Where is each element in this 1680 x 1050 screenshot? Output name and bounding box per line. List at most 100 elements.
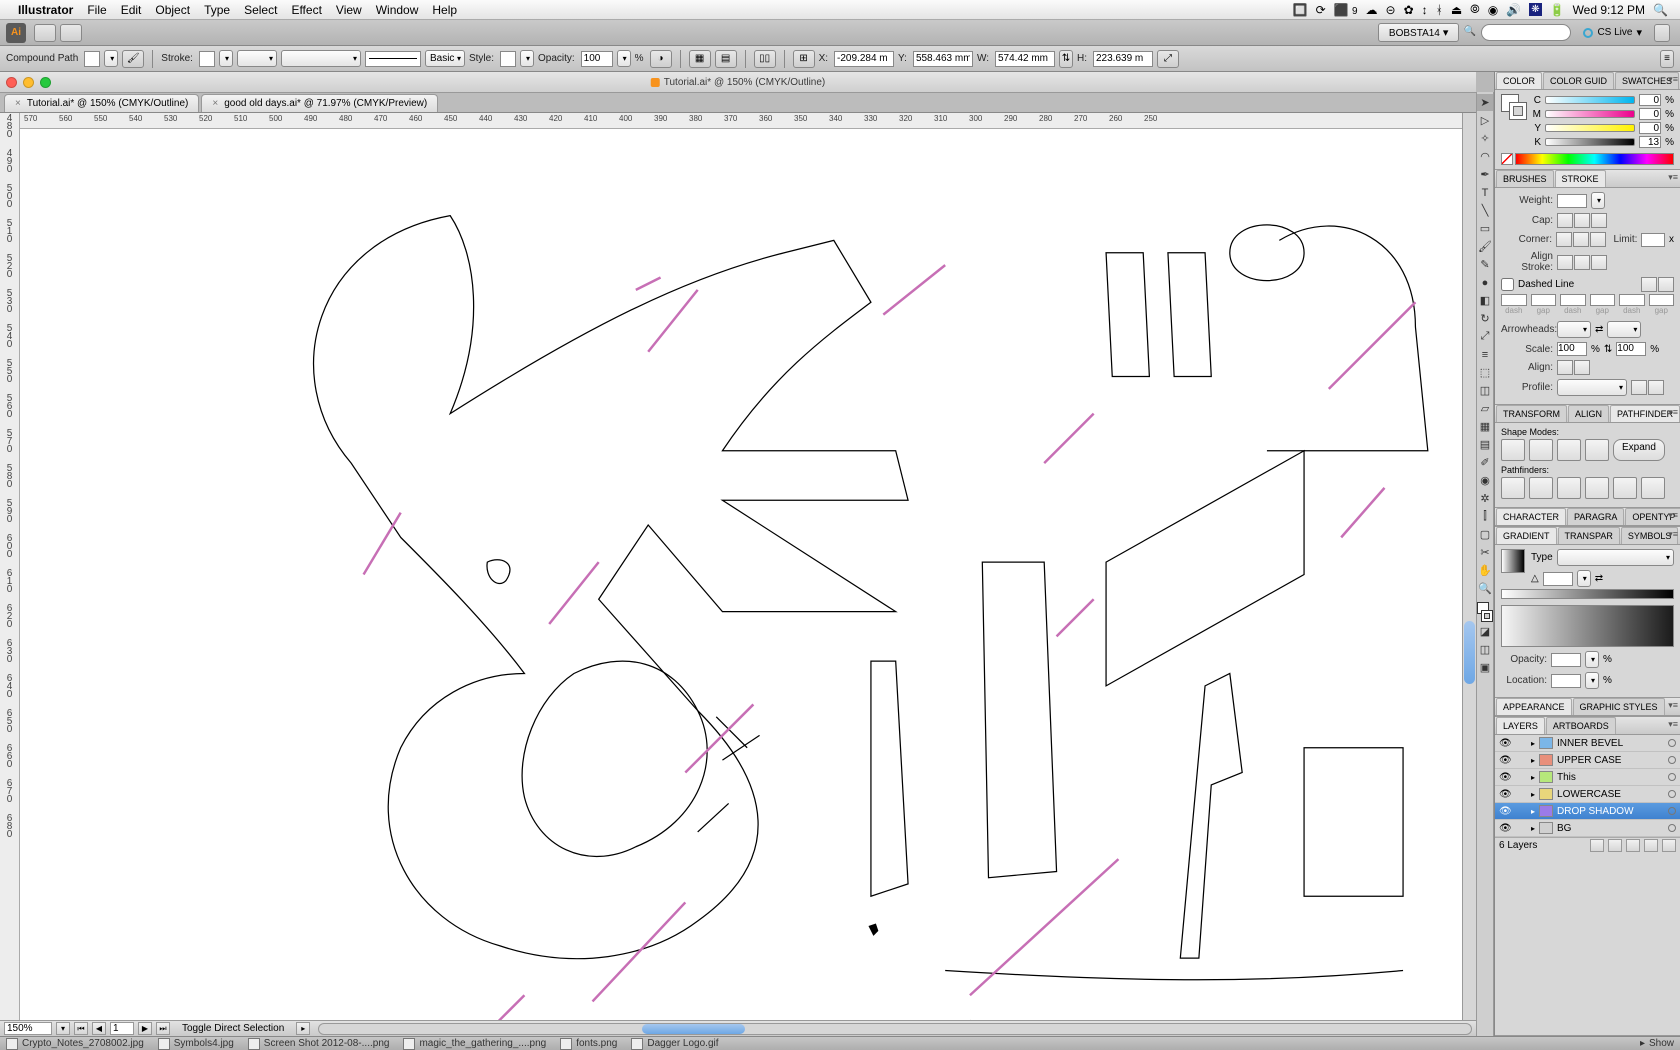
dock-show[interactable]: ▸ Show: [1640, 1038, 1674, 1049]
tab-transform[interactable]: TRANSFORM: [1496, 405, 1567, 422]
layer-row[interactable]: 👁▸DROP SHADOW: [1495, 803, 1680, 820]
tab-character[interactable]: CHARACTER: [1496, 508, 1566, 525]
black-slider[interactable]: [1545, 138, 1635, 146]
transform-ref-button[interactable]: ⊞: [793, 50, 815, 68]
dock-item[interactable]: Screen Shot 2012-08-....png: [248, 1038, 390, 1050]
y-input[interactable]: [913, 51, 973, 67]
flip-v[interactable]: [1648, 380, 1664, 395]
close-tab-icon[interactable]: ×: [212, 98, 218, 109]
cyan-value[interactable]: 0: [1639, 94, 1661, 106]
tab-paragraph[interactable]: PARAGRA: [1567, 508, 1624, 525]
first-artboard-button[interactable]: ⏮: [74, 1022, 88, 1035]
cs-live-button[interactable]: CS Live ▾: [1575, 24, 1650, 41]
sys-icon[interactable]: ↕︎: [1422, 3, 1428, 17]
target-icon[interactable]: [1668, 756, 1676, 764]
layer-row[interactable]: 👁▸INNER BEVEL: [1495, 735, 1680, 752]
draw-mode-button[interactable]: ◫: [1477, 641, 1493, 658]
horizontal-ruler[interactable]: 5705605505405305205105004904804704604504…: [20, 113, 1462, 129]
gradient-preview[interactable]: [1501, 549, 1525, 573]
sys-icon[interactable]: ⊝: [1386, 3, 1396, 17]
new-layer-button[interactable]: [1644, 839, 1658, 852]
minimize-window-button[interactable]: [23, 77, 34, 88]
menu-select[interactable]: Select: [244, 3, 277, 17]
x-input[interactable]: [834, 51, 894, 67]
menu-object[interactable]: Object: [155, 3, 190, 17]
workspace-switcher[interactable]: BOBSTA14 ▾: [1378, 23, 1460, 42]
selection-tool[interactable]: ➤: [1477, 94, 1493, 111]
merge-button[interactable]: [1557, 477, 1581, 499]
eraser-tool[interactable]: ◧: [1477, 292, 1493, 309]
cap-round[interactable]: [1574, 213, 1590, 228]
fill-stroke-indicator[interactable]: [1477, 602, 1493, 622]
tab-gradient[interactable]: GRADIENT: [1496, 527, 1557, 544]
type-tool[interactable]: T: [1477, 184, 1493, 201]
slice-tool[interactable]: ✂︎: [1477, 544, 1493, 561]
constrain-button[interactable]: ⤢: [1157, 50, 1179, 68]
grad-opacity[interactable]: [1551, 653, 1581, 667]
brush-dropdown[interactable]: Basic: [425, 50, 465, 67]
target-icon[interactable]: [1668, 773, 1676, 781]
menu-help[interactable]: Help: [432, 3, 457, 17]
target-icon[interactable]: [1668, 824, 1676, 832]
tab-appearance[interactable]: APPEARANCE: [1496, 698, 1572, 715]
menu-window[interactable]: Window: [376, 3, 419, 17]
flip-h[interactable]: [1631, 380, 1647, 395]
layer-name[interactable]: LOWERCASE: [1557, 789, 1664, 800]
layer-name[interactable]: INNER BEVEL: [1557, 738, 1664, 749]
profile-dd[interactable]: [1557, 379, 1627, 396]
clock[interactable]: Wed 9:12 PM: [1573, 3, 1645, 17]
zoom-tool[interactable]: 🔍: [1477, 580, 1493, 597]
stroke-weight[interactable]: [237, 50, 277, 67]
gradient-type-dd[interactable]: [1557, 549, 1674, 566]
layer-row[interactable]: 👁▸BG: [1495, 820, 1680, 837]
perspective-tool[interactable]: ▱: [1477, 400, 1493, 417]
tab-graphic-styles[interactable]: GRAPHIC STYLES: [1573, 698, 1665, 715]
opacity-input[interactable]: [581, 51, 613, 67]
layer-name[interactable]: BG: [1557, 823, 1664, 834]
cap-butt[interactable]: [1557, 213, 1573, 228]
gradient-angle[interactable]: [1543, 572, 1573, 586]
hand-tool[interactable]: ✋: [1477, 562, 1493, 579]
opacity-dd[interactable]: [617, 50, 631, 67]
dash-align[interactable]: [1658, 277, 1674, 292]
sys-icon[interactable]: 🔲: [1293, 3, 1308, 17]
stroke-swatch[interactable]: [199, 51, 215, 67]
last-artboard-button[interactable]: ⏭: [156, 1022, 170, 1035]
make-clip-button[interactable]: [1608, 839, 1622, 852]
status-menu[interactable]: ▸: [296, 1022, 310, 1035]
layer-name[interactable]: This: [1557, 772, 1664, 783]
layer-name[interactable]: UPPER CASE: [1557, 755, 1664, 766]
grad-location[interactable]: [1551, 674, 1581, 688]
doc-setup-button[interactable]: ▦: [689, 50, 711, 68]
outline-button[interactable]: [1613, 477, 1637, 499]
magic-wand-tool[interactable]: ✧: [1477, 130, 1493, 147]
magenta-value[interactable]: 0: [1639, 108, 1661, 120]
dock-item[interactable]: Dagger Logo.gif: [631, 1038, 718, 1050]
help-search[interactable]: [1481, 24, 1571, 41]
variable-width[interactable]: [281, 50, 361, 67]
gap3[interactable]: [1649, 294, 1675, 306]
target-icon[interactable]: [1668, 790, 1676, 798]
menu-file[interactable]: File: [87, 3, 106, 17]
sys-icon[interactable]: ⟳: [1316, 3, 1326, 17]
miter-limit[interactable]: [1641, 233, 1665, 247]
minus-front-button[interactable]: [1529, 439, 1553, 461]
panel-menu-icon[interactable]: ▾≡: [1668, 700, 1678, 711]
brush-def[interactable]: [365, 51, 421, 67]
visibility-icon[interactable]: 👁: [1499, 806, 1511, 817]
w-input[interactable]: [995, 51, 1055, 67]
visibility-icon[interactable]: 👁: [1499, 738, 1511, 749]
align-inside[interactable]: [1574, 255, 1590, 270]
app-name[interactable]: Illustrator: [18, 3, 73, 17]
intersect-button[interactable]: [1557, 439, 1581, 461]
panel-menu-icon[interactable]: ▾≡: [1668, 74, 1678, 85]
layer-row[interactable]: 👁▸This: [1495, 769, 1680, 786]
layer-row[interactable]: 👁▸UPPER CASE: [1495, 752, 1680, 769]
sys-icon[interactable]: ☁︎: [1366, 3, 1378, 17]
color-fillstroke[interactable]: [1501, 94, 1527, 120]
layer-row[interactable]: 👁▸LOWERCASE: [1495, 786, 1680, 803]
grad-op-dd[interactable]: [1585, 651, 1599, 668]
arrow-start[interactable]: [1557, 321, 1591, 338]
delete-layer-button[interactable]: [1662, 839, 1676, 852]
blob-brush-tool[interactable]: ●: [1477, 274, 1493, 291]
